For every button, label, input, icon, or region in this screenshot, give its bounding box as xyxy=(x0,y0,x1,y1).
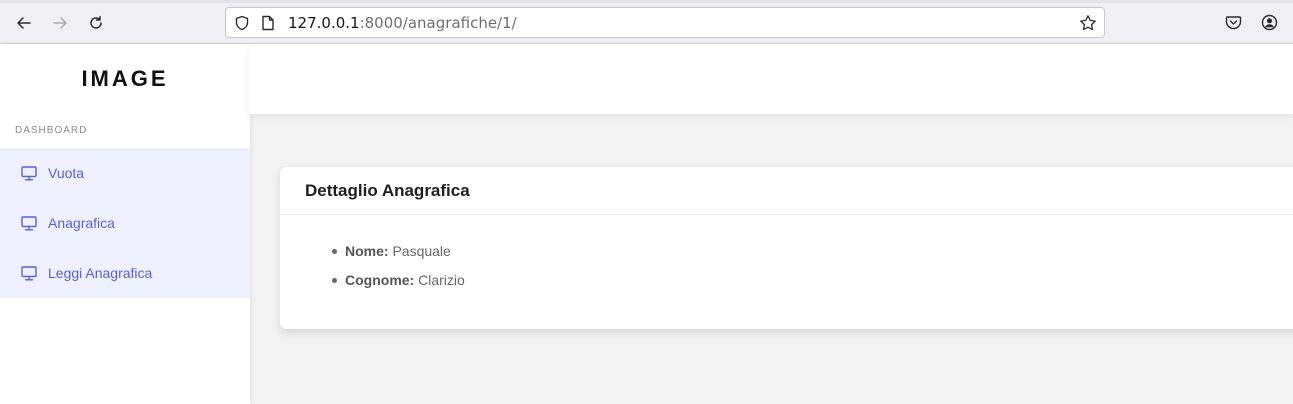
sidebar-menu: Vuota Anagrafica Leggi Anagrafica xyxy=(0,148,250,298)
forward-button[interactable] xyxy=(47,11,73,35)
page-icon[interactable] xyxy=(261,15,275,31)
url-text[interactable]: 127.0.0.1:8000/anagrafiche/1/ xyxy=(288,14,517,32)
sidebar-item-vuota[interactable]: Vuota xyxy=(0,148,250,198)
monitor-icon xyxy=(21,215,37,230)
reload-icon xyxy=(90,15,102,29)
forward-icon xyxy=(53,17,67,29)
sidebar-item-label: Leggi Anagrafica xyxy=(48,265,153,281)
url-host: 127.0.0.1 xyxy=(288,14,360,32)
back-icon xyxy=(17,17,31,29)
detail-item-nome: Nome: Pasquale xyxy=(332,241,465,270)
section-label-dashboard: DASHBOARD xyxy=(15,125,88,136)
url-path: :8000/anagrafiche/1/ xyxy=(359,14,517,32)
top-header xyxy=(250,44,1293,114)
card-header: Dettaglio Anagrafica xyxy=(280,167,1293,215)
sidebar-item-label: Vuota xyxy=(48,165,85,181)
app-logo[interactable]: IMAGE xyxy=(0,66,250,92)
account-icon[interactable] xyxy=(1261,14,1278,31)
sidebar-item-anagrafica[interactable]: Anagrafica xyxy=(0,198,250,248)
detail-card: Dettaglio Anagrafica Nome: Pasquale Cogn… xyxy=(280,167,1293,329)
bookmark-star-icon[interactable] xyxy=(1079,14,1097,32)
reload-button[interactable] xyxy=(83,11,109,35)
browser-top-edge xyxy=(0,0,1293,3)
browser-toolbar: 127.0.0.1:8000/anagrafiche/1/ xyxy=(0,0,1293,44)
monitor-icon xyxy=(21,265,37,280)
monitor-icon xyxy=(21,165,37,180)
pocket-icon[interactable] xyxy=(1225,14,1242,31)
field-key: Cognome: xyxy=(345,272,415,288)
field-value: Clarizio xyxy=(418,272,465,288)
field-value: Pasquale xyxy=(392,243,451,259)
address-bar[interactable]: 127.0.0.1:8000/anagrafiche/1/ xyxy=(225,7,1105,38)
field-key: Nome: xyxy=(345,243,389,259)
card-title: Dettaglio Anagrafica xyxy=(305,181,470,200)
detail-item-cognome: Cognome: Clarizio xyxy=(332,270,465,299)
sidebar-item-label: Anagrafica xyxy=(48,215,115,231)
sidebar-item-leggi-anagrafica[interactable]: Leggi Anagrafica xyxy=(0,248,250,298)
shield-icon[interactable] xyxy=(234,15,250,31)
back-button[interactable] xyxy=(11,11,37,35)
detail-list: Nome: Pasquale Cognome: Clarizio xyxy=(332,241,465,299)
sidebar: IMAGE DASHBOARD Vuota Anagrafica Leggi A… xyxy=(0,44,250,404)
